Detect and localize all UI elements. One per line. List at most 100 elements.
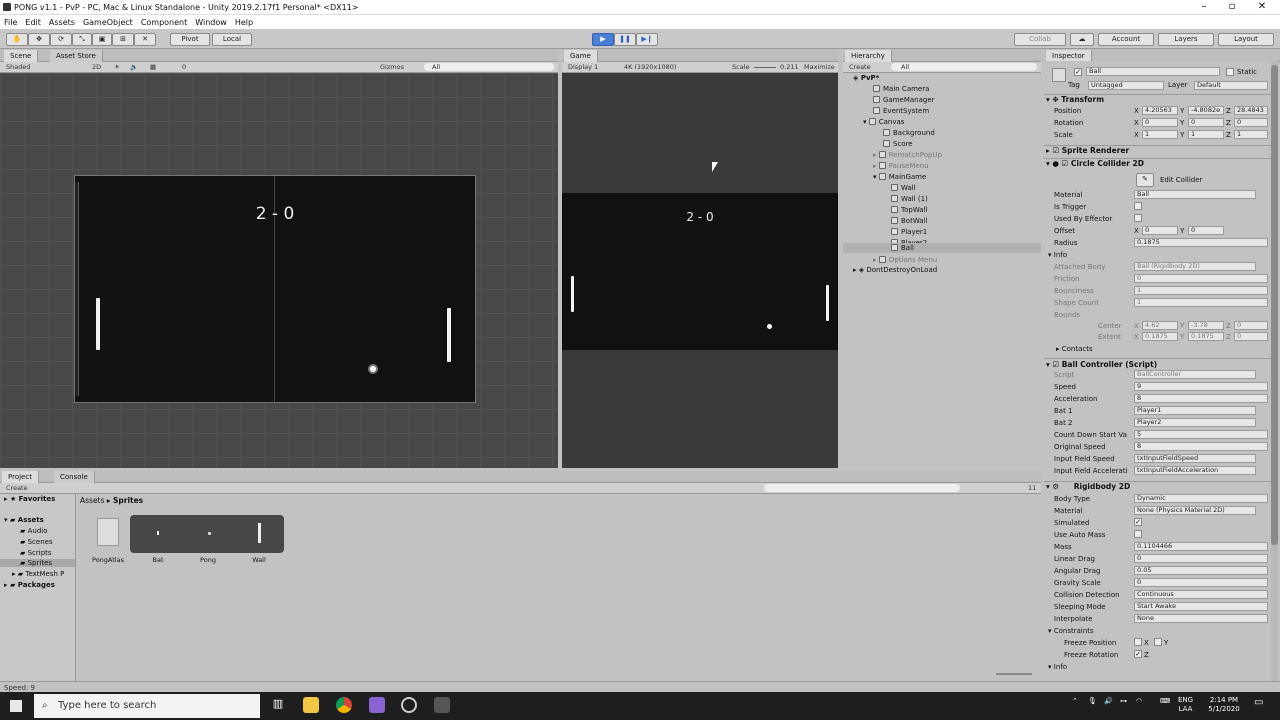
static-checkbox[interactable] (1226, 68, 1234, 76)
hierarchy-item-main-camera[interactable]: Main Camera (873, 84, 929, 94)
gizmos-dropdown[interactable]: Gizmos (380, 63, 404, 71)
tab-asset-store[interactable]: Asset Store (50, 50, 103, 62)
hierarchy-item-wall[interactable]: Wall (891, 183, 916, 193)
scale-x-input[interactable]: 1 (1142, 130, 1178, 139)
layer-dropdown[interactable]: Default (1194, 81, 1268, 90)
task-view-icon[interactable]: ▥ (270, 697, 286, 713)
rotate-tool-icon[interactable]: ⟳ (50, 33, 72, 46)
pause-button[interactable]: ❚❚ (614, 33, 636, 46)
hierarchy-item-rematchpopup[interactable]: ▸ RematchPopUp (873, 150, 942, 160)
is-trigger-checkbox[interactable] (1134, 202, 1142, 210)
tray-chevron-icon[interactable]: ⌃ (1072, 697, 1078, 705)
network-icon[interactable]: ⊶ (1120, 697, 1127, 705)
info-foldout[interactable]: ▾ Info (1048, 251, 1067, 259)
input-field-accel-field[interactable]: txtInputFieldAcceleration (1134, 466, 1256, 475)
menu-window[interactable]: Window (191, 15, 231, 27)
hierarchy-item-pausemenu[interactable]: ▸ PauseMenu (873, 161, 929, 171)
position-z-input[interactable]: 28.4843 (1234, 106, 1268, 115)
rect-tool-icon[interactable]: ▣ (92, 33, 112, 46)
hierarchy-item-wall-1[interactable]: Wall (1) (891, 194, 928, 204)
sleeping-mode-dropdown[interactable]: Start Awake (1134, 602, 1268, 611)
rb-material-field[interactable]: None (Physics Material 2D) (1134, 506, 1256, 515)
acceleration-input[interactable]: 8 (1134, 394, 1268, 403)
windows-start-icon[interactable] (10, 700, 22, 712)
hand-tool-icon[interactable]: ✋ (6, 33, 28, 46)
radius-input[interactable]: 0.1875 (1134, 238, 1268, 247)
hierarchy-item-background[interactable]: Background (883, 128, 935, 138)
inspector-scrollbar[interactable] (1271, 61, 1278, 681)
hierarchy-item-topwall[interactable]: TopWall (891, 205, 927, 215)
asset-bat[interactable]: Bat (146, 556, 170, 564)
hierarchy-item-eventsystem[interactable]: EventSystem (873, 106, 929, 116)
rigidbody2d-header[interactable]: ▾ ⚙ Rigidbody 2D (1046, 481, 1268, 493)
sprite-renderer-header[interactable]: ▸ ☑ Sprite Renderer (1046, 145, 1268, 157)
display-dropdown[interactable]: Display 1 (568, 63, 598, 71)
interpolate-dropdown[interactable]: None (1134, 614, 1268, 623)
asset-pong[interactable]: Pong (196, 556, 220, 564)
account-dropdown[interactable]: Account (1098, 33, 1154, 46)
circle-collider-header[interactable]: ▾ ● ☑ Circle Collider 2D (1046, 158, 1268, 170)
transform-header[interactable]: ▾ ✥ Transform (1046, 94, 1268, 106)
used-by-effector-checkbox[interactable] (1134, 214, 1142, 222)
hidden-layers-count[interactable]: 0 (182, 63, 186, 71)
move-tool-icon[interactable]: ✥ (28, 33, 50, 46)
asset-wall[interactable]: Wall (247, 556, 271, 564)
notification-icon[interactable]: ▭ (1254, 697, 1263, 708)
hierarchy-create-dropdown[interactable]: Create (849, 63, 871, 71)
freeze-rotation-z-checkbox[interactable]: ✓ (1134, 650, 1142, 658)
hierarchy-item-gamemanager[interactable]: GameManager (873, 95, 935, 105)
language-indicator[interactable]: ENG LAA (1178, 696, 1193, 714)
menu-edit[interactable]: Edit (21, 15, 45, 27)
simulated-checkbox[interactable]: ✓ (1134, 518, 1142, 526)
constraints-foldout[interactable]: ▾ Constraints (1048, 627, 1094, 635)
hierarchy-item-ball[interactable]: Ball (843, 243, 1041, 253)
scale-tool-icon[interactable]: ⤡ (72, 33, 92, 46)
tree-sprites[interactable]: ▰ Sprites (0, 559, 75, 567)
scale-y-input[interactable]: 1 (1188, 130, 1224, 139)
tab-console[interactable]: Console (54, 471, 95, 483)
visual-studio-icon[interactable] (369, 697, 385, 713)
unity-hub-icon[interactable] (401, 697, 417, 713)
minimize-icon[interactable]: – (1194, 1, 1214, 12)
file-explorer-icon[interactable] (303, 697, 319, 713)
offset-x-input[interactable]: 0 (1142, 226, 1178, 235)
rotation-x-input[interactable]: 0 (1142, 118, 1178, 127)
mass-input[interactable]: 0.1104466 (1134, 542, 1268, 551)
pivot-toggle[interactable]: Pivot (170, 33, 210, 46)
tree-scenes[interactable]: ▰ Scenes (20, 538, 53, 546)
scene-player2-bat[interactable] (447, 308, 451, 362)
maximize-on-play-toggle[interactable]: Maximize (804, 63, 835, 71)
tab-project[interactable]: Project (2, 471, 39, 483)
hierarchy-item-botwall[interactable]: BotWall (891, 216, 927, 226)
tree-scripts[interactable]: ▰ Scripts (20, 549, 52, 557)
collider-material-field[interactable]: Ball (1134, 190, 1256, 199)
input-field-speed-field[interactable]: txtInputFieldSpeed (1134, 454, 1256, 463)
layout-dropdown[interactable]: Layout (1218, 33, 1274, 46)
offset-y-input[interactable]: 0 (1188, 226, 1224, 235)
menu-gameobject[interactable]: GameObject (79, 15, 137, 27)
bat1-field[interactable]: Player1 (1134, 406, 1256, 415)
maximize-icon[interactable]: ▫ (1222, 1, 1242, 12)
effects-icon[interactable]: ▦ (150, 63, 156, 71)
hierarchy-item-options-menu[interactable]: ▸ Options Menu (873, 255, 937, 265)
game-canvas[interactable]: 2 - 0 (562, 193, 838, 350)
close-icon[interactable]: ✕ (1252, 1, 1272, 12)
menu-component[interactable]: Component (137, 15, 191, 27)
unity-editor-icon[interactable] (434, 697, 450, 713)
keyboard-icon[interactable]: ⌨ (1160, 697, 1170, 705)
layers-dropdown[interactable]: Layers (1158, 33, 1214, 46)
mic-icon[interactable]: 🎙 (1088, 697, 1097, 705)
hierarchy-item-canvas[interactable]: ▾ Canvas (863, 117, 904, 127)
lighting-icon[interactable]: ☀ (114, 63, 120, 71)
tree-favorites[interactable]: ▸ ★ Favorites (4, 495, 55, 503)
hierarchy-search-input[interactable]: All (891, 63, 1037, 71)
bat2-field[interactable]: Player2 (1134, 418, 1256, 427)
contacts-foldout[interactable]: ▸ Contacts (1056, 345, 1093, 353)
body-type-dropdown[interactable]: Dynamic (1134, 494, 1268, 503)
scene-ball[interactable] (368, 364, 378, 374)
menu-assets[interactable]: Assets (45, 15, 79, 27)
cloud-icon[interactable]: ☁ (1070, 33, 1094, 46)
custom-tool-icon[interactable]: ✕ (134, 33, 156, 46)
linear-drag-input[interactable]: 0 (1134, 554, 1268, 563)
gravity-scale-input[interactable]: 0 (1134, 578, 1268, 587)
